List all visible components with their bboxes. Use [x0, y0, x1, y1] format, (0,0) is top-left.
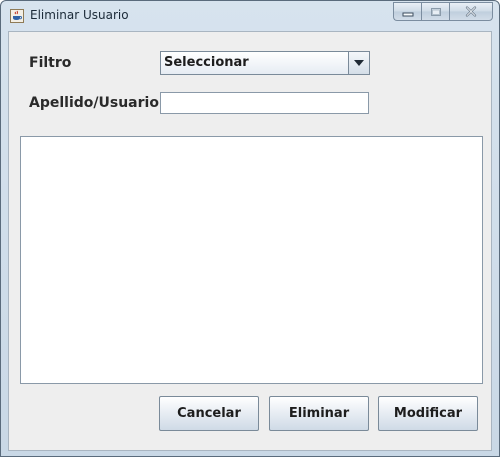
maximize-icon: [430, 7, 441, 16]
minimize-icon: [402, 12, 413, 16]
window-title: Eliminar Usuario: [30, 8, 129, 22]
apellido-usuario-input[interactable]: [160, 92, 369, 114]
title-bar[interactable]: Eliminar Usuario: [1, 1, 499, 31]
cancelar-button[interactable]: Cancelar: [159, 396, 259, 431]
close-button[interactable]: [449, 2, 493, 21]
java-cup-icon: [10, 9, 24, 23]
eliminar-button[interactable]: Eliminar: [269, 396, 369, 431]
modificar-button[interactable]: Modificar: [378, 396, 478, 431]
filtro-selected-value: Seleccionar: [164, 55, 249, 70]
filtro-label: Filtro: [29, 55, 72, 71]
apellido-usuario-label: Apellido/Usuario: [29, 95, 159, 111]
window-controls: [393, 2, 493, 22]
results-list[interactable]: [20, 136, 483, 384]
chevron-down-icon: [354, 60, 364, 66]
filtro-dropdown[interactable]: Seleccionar: [160, 51, 370, 75]
dropdown-arrow-button[interactable]: [348, 52, 369, 74]
maximize-button[interactable]: [421, 2, 449, 21]
minimize-button[interactable]: [393, 2, 421, 21]
content-panel: Filtro Seleccionar Apellido/Usuario Canc…: [8, 31, 492, 451]
close-icon: [465, 6, 477, 17]
dialog-window: Eliminar Usuario Filtro Seleccionar Apel…: [0, 0, 500, 457]
